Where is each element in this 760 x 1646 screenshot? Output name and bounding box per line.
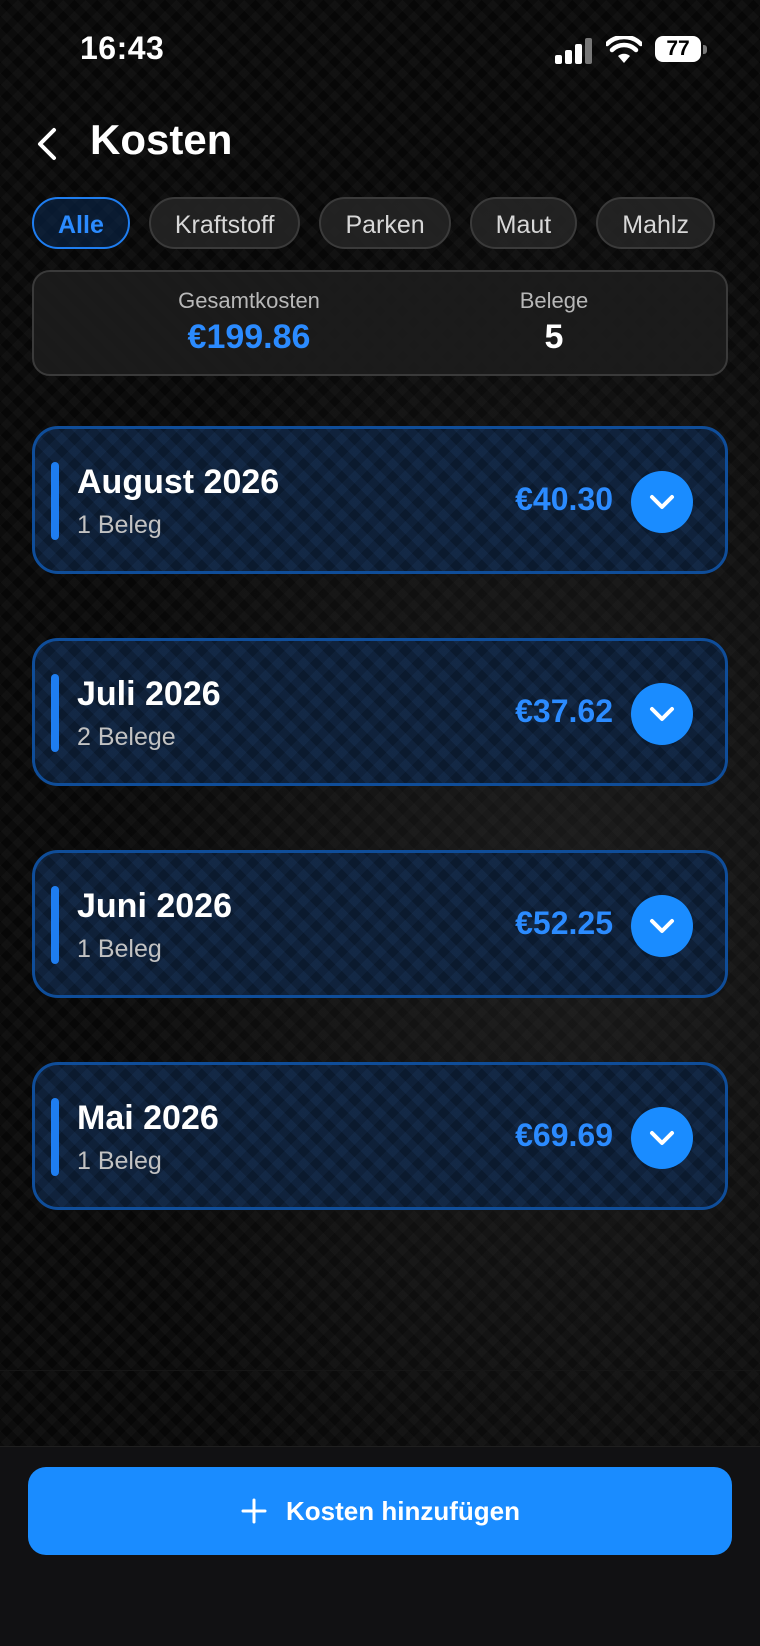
battery-level: 77 (655, 36, 701, 62)
chevron-down-icon (650, 495, 674, 509)
wifi-icon (606, 36, 642, 63)
receipts-count: 5 (544, 318, 564, 356)
month-total: €69.69 (515, 1117, 613, 1153)
navigation-bar: Kosten (0, 110, 760, 180)
expand-button[interactable] (631, 895, 693, 957)
month-total: €37.62 (515, 693, 613, 729)
month-name: August 2026 (77, 463, 280, 501)
month-receipt-count: 1 Beleg (77, 1147, 162, 1175)
month-total: €52.25 (515, 905, 613, 941)
page-title: Kosten (90, 116, 233, 163)
month-accent-bar (51, 674, 59, 752)
month-card-august-2026[interactable]: August 2026 1 Beleg €40.30 (32, 426, 728, 574)
expand-button[interactable] (631, 1107, 693, 1169)
month-receipt-count: 1 Beleg (77, 511, 162, 539)
filter-chip-mahlzeiten[interactable]: Mahlz (596, 197, 715, 249)
month-list: August 2026 1 Beleg €40.30 Juli 2026 2 B… (32, 426, 728, 1274)
total-costs-column: Gesamtkosten €199.86 (134, 288, 364, 357)
month-receipt-count: 1 Beleg (77, 935, 162, 963)
month-accent-bar (51, 462, 59, 540)
month-card-juli-2026[interactable]: Juli 2026 2 Belege €37.62 (32, 638, 728, 786)
month-card-mai-2026[interactable]: Mai 2026 1 Beleg €69.69 (32, 1062, 728, 1210)
filter-chip-kraftstoff[interactable]: Kraftstoff (148, 197, 301, 249)
expand-button[interactable] (631, 683, 693, 745)
filter-chip-maut[interactable]: Maut (469, 197, 578, 249)
chevron-down-icon (650, 919, 674, 933)
month-total: €40.30 (515, 481, 613, 517)
filter-chip-parken[interactable]: Parken (319, 197, 451, 249)
receipts-column: Belege 5 (454, 288, 654, 357)
status-bar: 16:43 77 (0, 0, 760, 100)
chevron-down-icon (650, 707, 674, 721)
receipts-label: Belege (519, 288, 589, 313)
filter-chip-alle[interactable]: Alle (32, 197, 130, 249)
total-costs-label: Gesamtkosten (178, 288, 320, 313)
month-accent-bar (51, 886, 59, 964)
chevron-down-icon (650, 1131, 674, 1145)
status-time: 16:43 (80, 30, 165, 66)
month-name: Juli 2026 (77, 675, 221, 713)
month-accent-bar (51, 1098, 59, 1176)
cellular-signal-icon (555, 38, 593, 64)
plus-icon (241, 1498, 267, 1524)
month-name: Mai 2026 (77, 1099, 219, 1137)
category-filter-bar: Alle Kraftstoff Parken Maut Mahlz (32, 197, 728, 253)
bottom-action-panel: Kosten hinzufügen (0, 1446, 760, 1646)
back-chevron-icon[interactable] (32, 124, 64, 164)
battery-icon: 77 (655, 36, 707, 64)
month-receipt-count: 2 Belege (77, 723, 176, 751)
month-card-juni-2026[interactable]: Juni 2026 1 Beleg €52.25 (32, 850, 728, 998)
add-costs-label: Kosten hinzufügen (286, 1495, 520, 1526)
add-costs-button[interactable]: Kosten hinzufügen (28, 1467, 732, 1555)
cost-summary-card: Gesamtkosten €199.86 Belege 5 (32, 270, 728, 376)
total-costs-value: €199.86 (187, 318, 311, 356)
month-name: Juni 2026 (77, 887, 232, 925)
divider (0, 1370, 760, 1371)
expand-button[interactable] (631, 471, 693, 533)
